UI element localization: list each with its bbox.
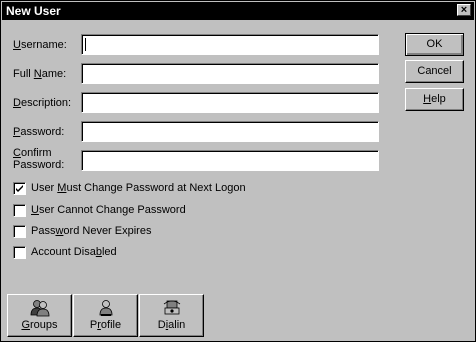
password-field[interactable] — [81, 121, 379, 142]
title-bar[interactable]: New User × — [2, 2, 474, 20]
groups-button[interactable]: Groups — [7, 294, 72, 337]
description-label: Description: — [13, 97, 72, 109]
help-button[interactable]: Help — [405, 88, 464, 111]
fullname-input[interactable] — [82, 64, 378, 83]
text-caret — [85, 38, 86, 51]
profile-label: Profile — [89, 319, 122, 331]
password-input[interactable] — [82, 122, 378, 141]
groups-icon — [30, 300, 50, 317]
profile-button[interactable]: Profile — [73, 294, 138, 337]
dialog-title: New User — [6, 4, 61, 18]
ok-button[interactable]: OK — [405, 33, 464, 56]
password-never-expires-checkbox[interactable] — [13, 225, 26, 238]
confirm-password-field[interactable] — [81, 150, 379, 171]
groups-label: Groups — [21, 319, 58, 331]
password-never-expires-label[interactable]: Password Never Expires — [31, 225, 151, 238]
cancel-button[interactable]: Cancel — [405, 60, 464, 83]
description-field[interactable] — [81, 92, 379, 113]
password-label: Password: — [13, 126, 65, 138]
must-change-password-label[interactable]: User Must Change Password at Next Logon — [31, 182, 246, 195]
dialin-icon — [163, 300, 181, 315]
confirm-password-input[interactable] — [82, 151, 378, 170]
description-input[interactable] — [82, 93, 378, 112]
cannot-change-password-checkbox[interactable] — [13, 204, 26, 217]
checkmark-icon — [16, 185, 23, 192]
username-input[interactable] — [82, 35, 378, 54]
profile-icon — [99, 300, 113, 316]
new-user-dialog: New User × Username: Full Name: Descript… — [0, 0, 476, 342]
must-change-password-checkbox[interactable] — [13, 182, 26, 195]
username-label: Username: — [13, 39, 67, 51]
account-disabled-label[interactable]: Account Disabled — [31, 246, 117, 259]
dialin-label: Dialin — [157, 319, 186, 331]
dialin-button[interactable]: Dialin — [139, 294, 204, 337]
close-icon: × — [460, 4, 468, 16]
username-field[interactable] — [81, 34, 379, 55]
account-disabled-checkbox[interactable] — [13, 246, 26, 259]
cannot-change-password-label[interactable]: User Cannot Change Password — [31, 204, 186, 217]
close-button[interactable]: × — [457, 4, 471, 16]
fullname-label: Full Name: — [13, 68, 67, 80]
confirm-password-label: Confirm Password: — [13, 147, 65, 171]
fullname-field[interactable] — [81, 63, 379, 84]
